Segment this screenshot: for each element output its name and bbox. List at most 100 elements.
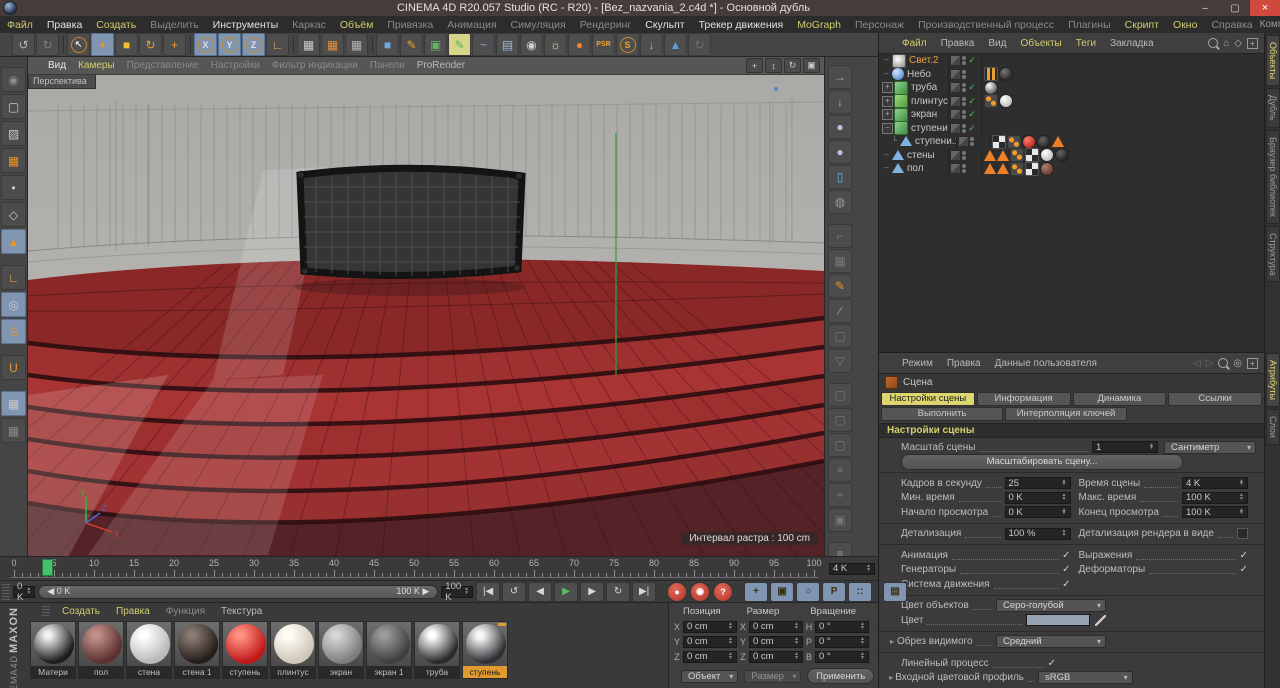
bevel-icon[interactable]: ▢: [828, 433, 852, 457]
viewport-menu-вид[interactable]: Вид: [42, 60, 72, 71]
material-матери[interactable]: Матери: [30, 621, 76, 679]
magnet-tool-icon[interactable]: ●: [828, 140, 852, 164]
uv-tag-icon[interactable]: [992, 135, 1006, 149]
cube-op-icon[interactable]: ▢: [828, 324, 852, 348]
enable-toggle[interactable]: ✓: [967, 109, 977, 120]
expander-plus-icon[interactable]: +: [882, 96, 893, 107]
attr-new-window-icon[interactable]: +: [1247, 358, 1258, 369]
menu-выделить[interactable]: Выделить: [143, 19, 205, 31]
bridge-icon[interactable]: ▣: [828, 508, 852, 532]
magnet-icon[interactable]: U: [1, 355, 26, 380]
scale-tool-icon[interactable]: ■: [115, 33, 138, 56]
make-editable-icon[interactable]: ◉: [1, 67, 26, 92]
key-rotation-button[interactable]: ○: [796, 582, 820, 602]
viewport-tab-perspective[interactable]: Перспектива: [28, 75, 96, 89]
object-row-плинтус[interactable]: +плинтус✓: [879, 95, 1264, 109]
add-primitive-icon[interactable]: ■: [376, 33, 399, 56]
material-плинтус[interactable]: плинтус: [270, 621, 316, 679]
render-settings-icon[interactable]: ▦: [345, 33, 368, 56]
menu-файл[interactable]: Файл: [0, 19, 40, 31]
delete-icon[interactable]: ▯: [828, 165, 852, 189]
menu-mograph[interactable]: MoGraph: [790, 19, 848, 31]
brush-tool-icon[interactable]: ●: [828, 115, 852, 139]
tab-интерполяция-ключей[interactable]: Интерполяция ключей: [1005, 407, 1127, 421]
om-add-icon[interactable]: +: [1247, 38, 1258, 49]
toggle-view-icon[interactable]: ▣: [803, 58, 820, 73]
material-стена[interactable]: стена: [126, 621, 172, 679]
viewport-solo-icon[interactable]: ◎: [1, 292, 26, 317]
phong-tag-icon[interactable]: [1007, 135, 1021, 149]
lock-z-axis-icon[interactable]: Z: [242, 33, 265, 56]
menu-трекер-движения[interactable]: Трекер движения: [692, 19, 791, 31]
autokeying-button[interactable]: ◉: [690, 582, 710, 602]
move-tool-icon[interactable]: +: [91, 33, 114, 56]
polygon-pen-icon[interactable]: ✎: [448, 33, 471, 56]
material-экран-1[interactable]: экран 1: [366, 621, 412, 679]
side-tab-дубль[interactable]: Дубль: [1266, 88, 1280, 128]
goto-end-button[interactable]: ▶|: [632, 582, 656, 602]
material-tag-icon[interactable]: [1040, 148, 1054, 162]
menu-анимация[interactable]: Анимация: [440, 19, 503, 31]
menu-привязка[interactable]: Привязка: [380, 19, 440, 31]
attr-menu-данные-пользователя[interactable]: Данные пользователя: [988, 358, 1104, 369]
add-point-icon[interactable]: +: [828, 483, 852, 507]
attr-menu-правка[interactable]: Правка: [940, 358, 988, 369]
expander-plus-icon[interactable]: +: [882, 82, 893, 93]
minimize-button[interactable]: –: [1190, 0, 1220, 16]
grid-tool-icon[interactable]: ▦: [828, 249, 852, 273]
material-экран[interactable]: экран: [318, 621, 364, 679]
layer-chip[interactable]: [958, 136, 969, 147]
enable-axis-icon[interactable]: ∟: [1, 265, 26, 290]
sds-tag-icon[interactable]: [997, 150, 1009, 161]
polygons-mode-icon[interactable]: ▲: [1, 229, 26, 254]
attr-menu-режим[interactable]: Режим: [895, 358, 940, 369]
sds-tag-icon[interactable]: [1052, 136, 1064, 147]
enable-toggle[interactable]: ✓: [967, 55, 977, 66]
button-масштабировать-сцену[interactable]: Масштабировать сцену...: [901, 454, 1183, 470]
film-tag-icon[interactable]: [984, 67, 998, 81]
timeline-ruler[interactable]: 0510152025303540455055606570758085909510…: [0, 556, 826, 580]
drop-to-floor-icon[interactable]: ↓: [640, 33, 663, 56]
rotate-tool-icon[interactable]: ↻: [139, 33, 162, 56]
object-row-ступени-1[interactable]: └ступени.1: [879, 135, 1264, 149]
object-row-небо[interactable]: –Небо: [879, 68, 1264, 82]
material-tag-icon[interactable]: [1037, 135, 1051, 149]
workplane-mode-icon[interactable]: ▦: [1, 148, 26, 173]
object-row-пол[interactable]: –пол: [879, 162, 1264, 176]
object-row-ступени-2[interactable]: −ступени.2✓: [879, 122, 1264, 136]
viewport-menu-панели[interactable]: Панели: [364, 60, 411, 71]
menu-правка[interactable]: Правка: [40, 19, 89, 31]
material-труба[interactable]: труба: [414, 621, 460, 679]
viewport-canvas[interactable]: Перспектива Интервал растра : 100 cm: [28, 75, 824, 557]
uv-tag-icon[interactable]: [1025, 162, 1039, 176]
om-search-icon[interactable]: [1208, 38, 1218, 48]
object-row-труба[interactable]: +труба✓: [879, 81, 1264, 95]
viewport-menu-представление[interactable]: Представление: [121, 60, 205, 71]
phong-tag-icon[interactable]: [984, 94, 998, 108]
cone-op-icon[interactable]: ▽: [828, 349, 852, 373]
visibility-dots[interactable]: [962, 110, 966, 119]
pan-view-icon[interactable]: +: [746, 58, 763, 73]
sds-tag-icon[interactable]: [984, 150, 996, 161]
material-ступень[interactable]: ступень: [222, 621, 268, 679]
menu-справка[interactable]: Справка: [1204, 19, 1259, 31]
attr-history-back-icon[interactable]: ◁: [1193, 358, 1201, 369]
enable-toggle[interactable]: ✓: [967, 96, 977, 107]
render-picture-viewer-icon[interactable]: ▦: [321, 33, 344, 56]
points-to-circle-icon[interactable]: →: [828, 65, 852, 89]
visibility-dots[interactable]: [962, 83, 966, 92]
menu-объ-м[interactable]: Объём: [333, 19, 380, 31]
orbit-view-icon[interactable]: ↻: [784, 58, 801, 73]
snap-icon[interactable]: S: [1, 319, 26, 344]
visibility-dots[interactable]: [962, 164, 966, 173]
om-menu-вид[interactable]: Вид: [981, 38, 1013, 49]
visibility-dots[interactable]: [962, 97, 966, 106]
menu-скульпт[interactable]: Скульпт: [638, 19, 691, 31]
eyedropper-icon[interactable]: [1095, 615, 1106, 626]
layer-chip[interactable]: [950, 150, 961, 161]
visibility-dots[interactable]: [970, 137, 974, 146]
sphere-project-icon[interactable]: ◍: [828, 190, 852, 214]
recycle-icon[interactable]: ↻: [688, 33, 711, 56]
material-tag-icon[interactable]: [1022, 135, 1036, 149]
texture-mode-icon[interactable]: ▨: [1, 121, 26, 146]
